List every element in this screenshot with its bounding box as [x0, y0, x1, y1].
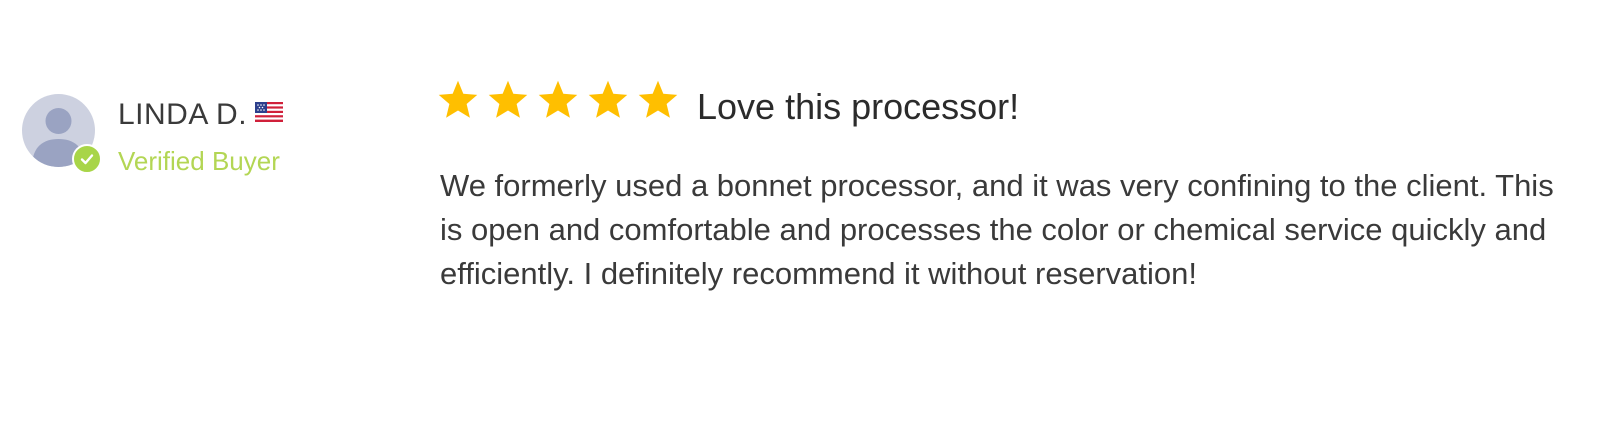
review-title: Love this processor! [697, 86, 1020, 127]
star-icon [588, 80, 628, 118]
star-icon [638, 80, 678, 118]
review-card: LINDA D. Verified Buyer Love this proces… [0, 0, 1606, 444]
review-body: We formerly used a bonnet processor, and… [440, 164, 1606, 296]
review-body-line: We formerly used a bonnet processor, and… [440, 168, 1554, 203]
verified-buyer-label: Verified Buyer [118, 146, 280, 176]
star-icon [538, 80, 578, 118]
reviewer-name: LINDA D. [118, 98, 248, 131]
star-rating [436, 78, 680, 122]
verified-check-icon [72, 144, 102, 174]
reviewer-name-row: LINDA D. [118, 94, 284, 135]
review-body-line: is open and comfortable and processes th… [440, 212, 1547, 247]
star-icon [488, 80, 528, 118]
star-icon [438, 80, 478, 118]
us-flag-icon [255, 94, 284, 132]
review-body-line: efficiently. I definitely recommend it w… [440, 256, 1197, 291]
